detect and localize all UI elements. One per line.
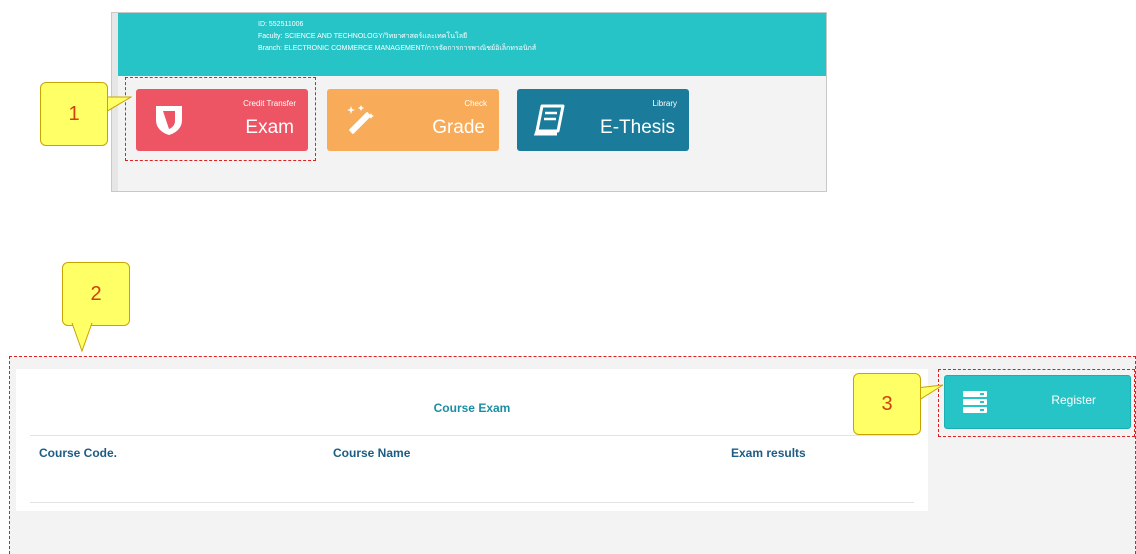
callout-3: 3 [853, 373, 921, 435]
student-faculty: Faculty: SCIENCE AND TECHNOLOGY/วิทยาศาส… [258, 33, 468, 40]
callout-3-number: 3 [881, 392, 893, 415]
book-icon [533, 104, 565, 136]
exam-tile-highlight [125, 77, 316, 161]
callout-1-number: 1 [68, 102, 80, 125]
callout-1: 1 [40, 82, 108, 146]
callout-1-pointer [104, 96, 132, 114]
callout-2-number: 2 [90, 282, 102, 305]
student-id: ID: 552511006 [258, 21, 304, 28]
student-branch: Branch: ELECTRONIC COMMERCE MANAGEMENT/ก… [258, 45, 537, 52]
callout-2: 2 [62, 262, 130, 326]
student-info-header: ID: 552511006 Faculty: SCIENCE AND TECHN… [118, 13, 826, 76]
tile-grade-caption: Check [464, 99, 487, 108]
tile-thesis-caption: Library [652, 99, 677, 108]
check-grade-tile[interactable]: Check Grade [327, 89, 499, 151]
tile-grade-label: Grade [432, 117, 485, 138]
callout-2-pointer [71, 323, 93, 353]
library-ethesis-tile[interactable]: Library E-Thesis [517, 89, 689, 151]
tile-thesis-label: E-Thesis [600, 117, 675, 138]
register-highlight [938, 369, 1135, 437]
magic-wand-icon [347, 105, 374, 134]
